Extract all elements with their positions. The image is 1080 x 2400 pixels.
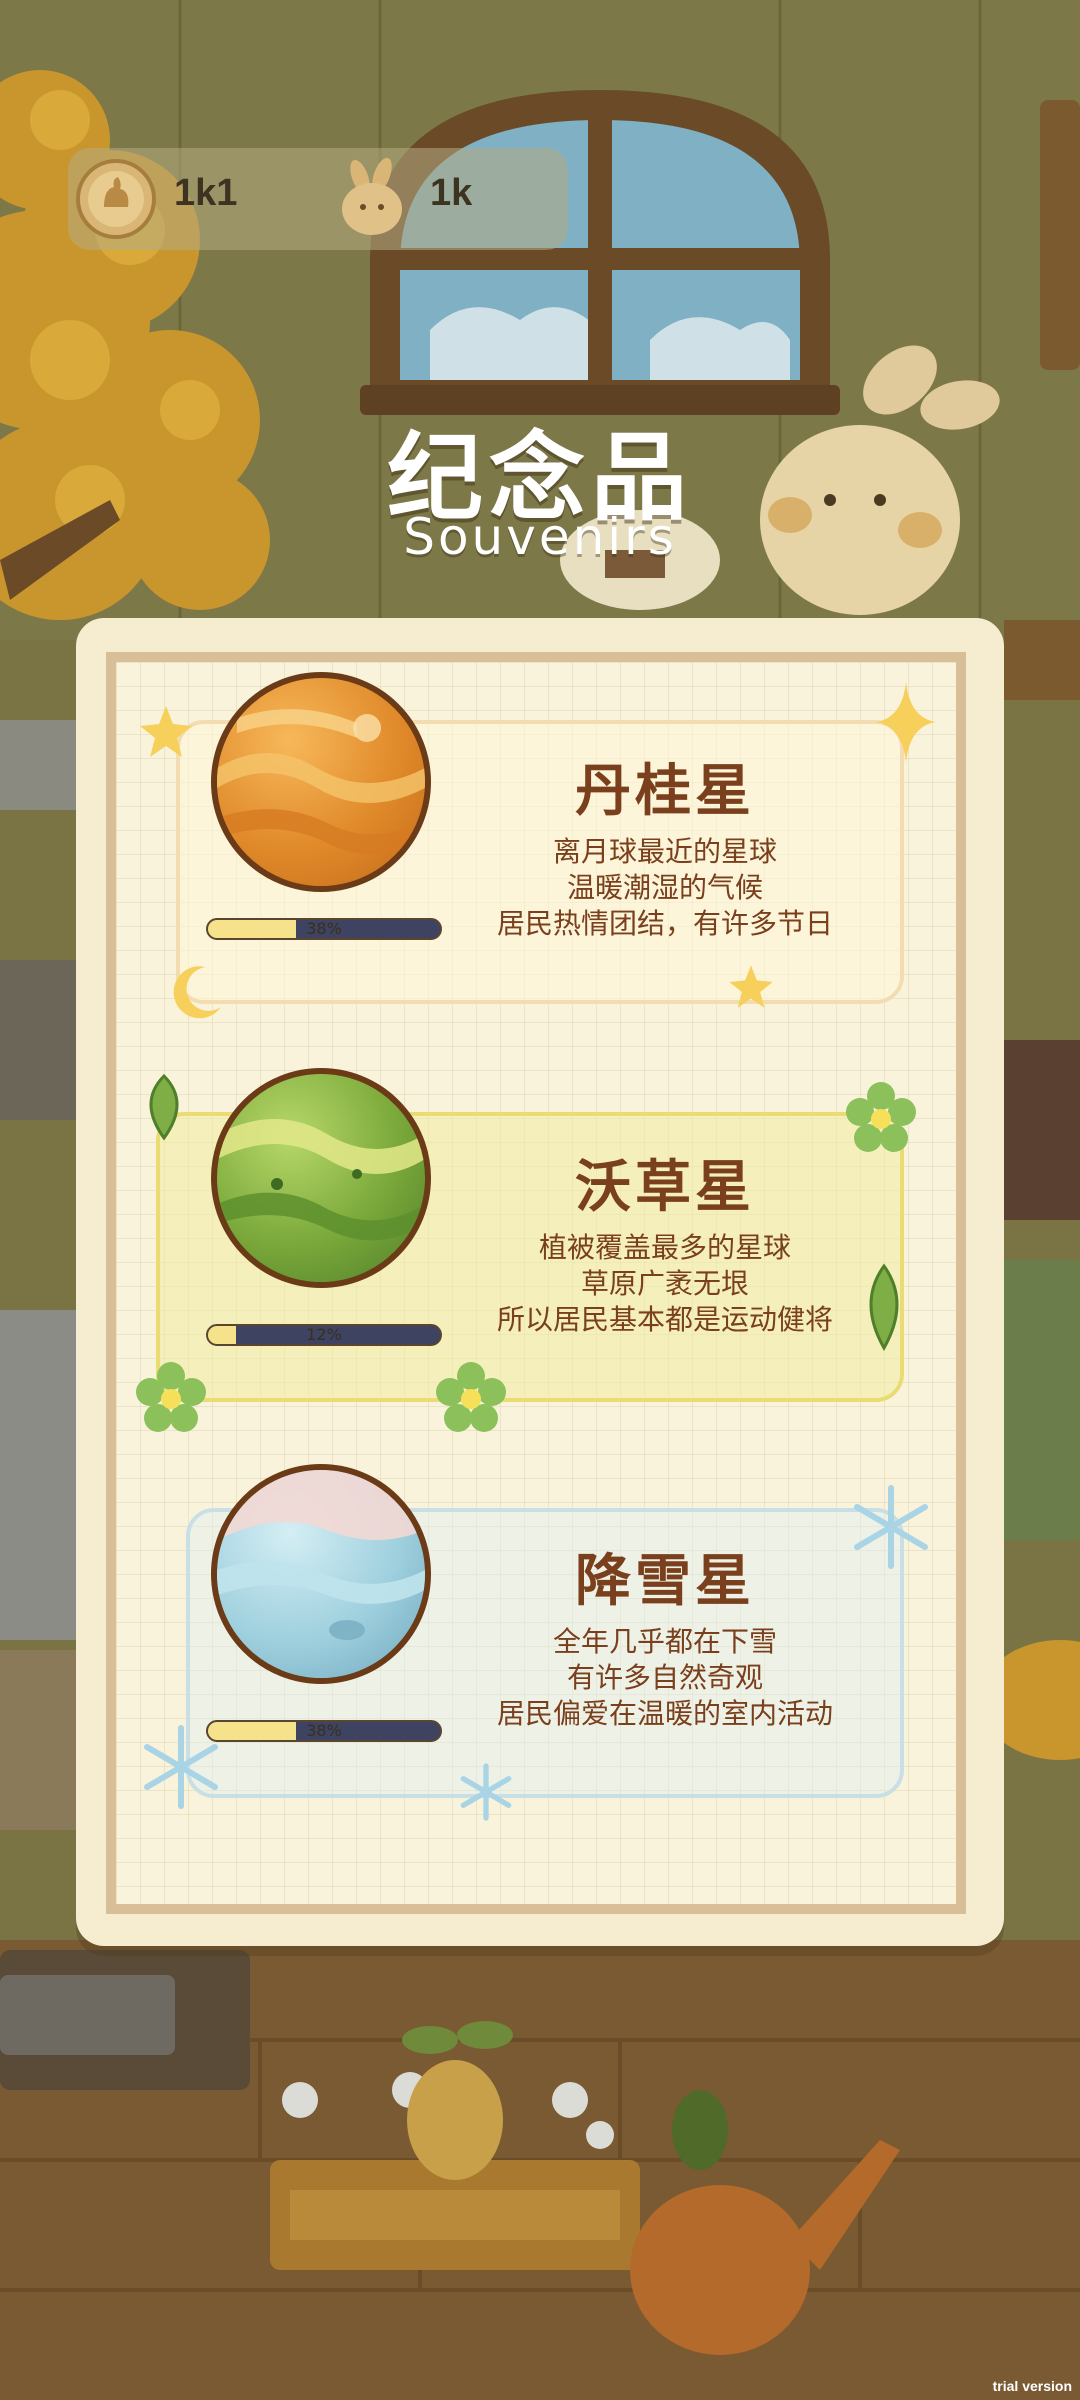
planet-description: 植被覆盖最多的星球 草原广袤无垠 所以居民基本都是运动健将 — [496, 1231, 833, 1336]
leaf-icon — [869, 1263, 899, 1352]
token-amount: 1k — [430, 172, 473, 214]
souvenir-list: 丹桂星 离月球最近的星球 温暖潮湿的气候 居民热情团结，有许多节日 38% 沃草… — [106, 652, 966, 1914]
moon-icon — [173, 966, 221, 1019]
exploration-progress: 12% — [206, 1324, 442, 1346]
planet-image-orange[interactable] — [211, 672, 431, 892]
star-icon — [140, 706, 192, 757]
planet-description: 全年几乎都在下雪 有许多自然奇观 居民偏爱在温暖的室内活动 — [496, 1625, 833, 1730]
bunny-token-icon[interactable] — [330, 157, 414, 241]
carrot-coin-icon[interactable] — [74, 157, 158, 241]
flower-icon — [136, 1362, 206, 1432]
snowflake-icon — [854, 1485, 928, 1569]
planet-description: 离月球最近的星球 温暖潮湿的气候 居民热情团结，有许多节日 — [496, 835, 833, 940]
exploration-progress: 38% — [206, 918, 442, 940]
planet-name: 丹桂星 — [575, 759, 755, 824]
progress-label: 38% — [306, 919, 342, 938]
snowflake-icon — [460, 1763, 512, 1821]
star-icon — [729, 965, 773, 1008]
progress-label: 38% — [306, 1721, 342, 1740]
planet-name: 沃草星 — [575, 1155, 755, 1220]
souvenir-panel: 丹桂星 离月球最近的星球 温暖潮湿的气候 居民热情团结，有许多节日 38% 沃草… — [76, 618, 1004, 1946]
planet-image-blue[interactable] — [211, 1464, 431, 1684]
currency-bar: 1k1 1k — [68, 148, 568, 250]
sparkle-icon — [876, 682, 936, 762]
leaf-icon — [149, 1073, 179, 1141]
watermark: trial version — [992, 2378, 1072, 2394]
planet-name: 降雪星 — [575, 1549, 755, 1614]
exploration-progress: 38% — [206, 1720, 442, 1742]
currency-amount: 1k1 — [174, 172, 238, 214]
flower-icon — [436, 1362, 506, 1432]
page-subtitle: Souvenirs — [403, 508, 677, 566]
flower-icon — [846, 1082, 916, 1152]
snowflake-icon — [144, 1725, 218, 1809]
progress-label: 12% — [306, 1325, 342, 1344]
planet-image-green[interactable] — [211, 1068, 431, 1288]
